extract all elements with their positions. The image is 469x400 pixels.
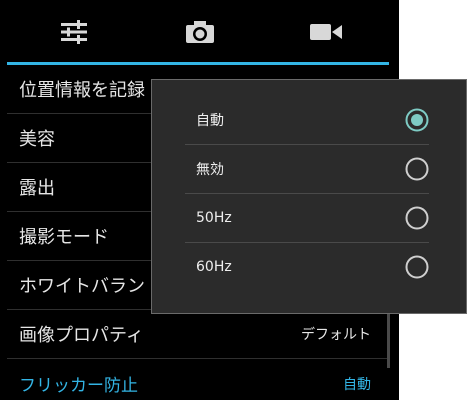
option-label: 60Hz — [196, 259, 232, 275]
camera-icon — [185, 21, 214, 43]
option-label: 50Hz — [196, 210, 232, 226]
anti-flicker-popup: 自動 無効 50Hz 60Hz — [151, 79, 467, 314]
setting-row-picture-properties[interactable]: 画像プロパティ デフォルト — [7, 310, 389, 359]
setting-value: デフォルト — [301, 327, 371, 343]
sliders-icon — [60, 20, 87, 44]
setting-label: フリッカー防止 — [19, 376, 138, 396]
option-auto[interactable]: 自動 — [185, 96, 429, 144]
radio-unselected-icon[interactable] — [405, 157, 429, 181]
settings-tabbar — [0, 0, 399, 66]
setting-row-anti-flicker[interactable]: フリッカー防止 自動 — [7, 359, 389, 400]
option-label: 自動 — [196, 113, 224, 129]
option-off[interactable]: 無効 — [185, 145, 429, 193]
option-label: 無効 — [196, 162, 224, 178]
option-60hz[interactable]: 60Hz — [185, 243, 429, 291]
radio-selected-icon[interactable] — [405, 108, 429, 132]
radio-unselected-icon[interactable] — [405, 255, 429, 279]
video-camera-icon — [309, 24, 342, 40]
radio-unselected-icon[interactable] — [405, 206, 429, 230]
setting-label: 画像プロパティ — [19, 325, 144, 346]
setting-value: 自動 — [343, 376, 371, 393]
tab-photo-settings[interactable] — [133, 0, 266, 64]
tab-video-settings[interactable] — [259, 0, 392, 64]
tab-general-settings[interactable] — [7, 0, 140, 64]
option-50hz[interactable]: 50Hz — [185, 194, 429, 242]
